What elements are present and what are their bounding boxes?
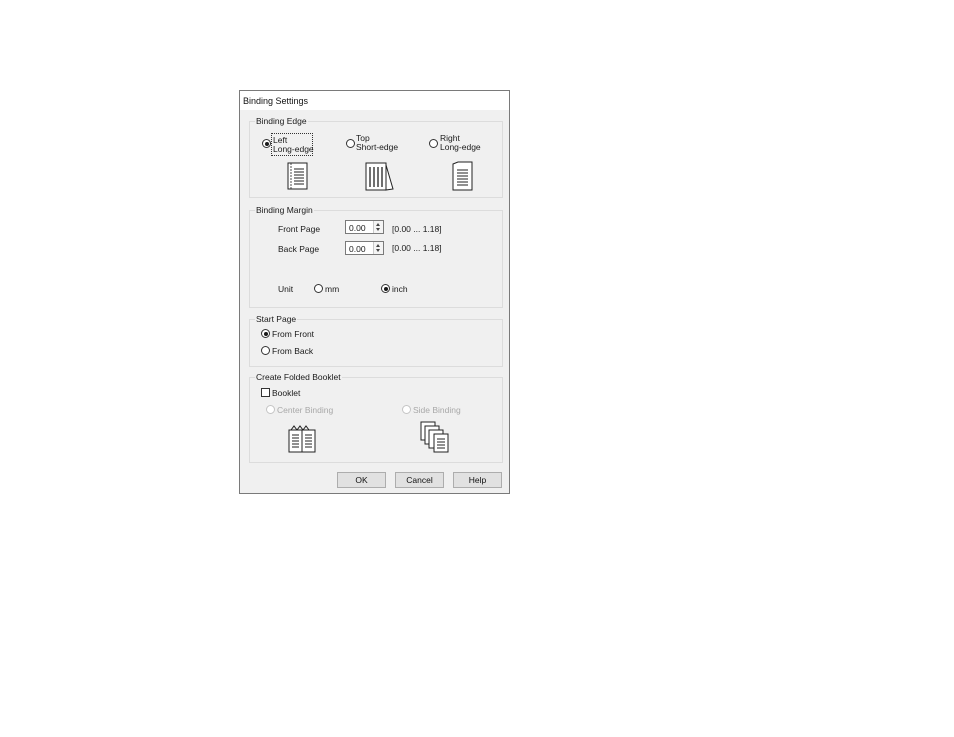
unit-mm-label: mm [325, 284, 340, 294]
folded-booklet-legend: Create Folded Booklet [255, 372, 342, 382]
spin-down-icon[interactable] [376, 228, 380, 231]
binding-edge-group: Binding Edge Left Long-edge Top Short-ed… [249, 116, 503, 198]
front-page-range: [0.00 ... 1.18] [392, 224, 442, 234]
binding-top-label-line2: Short-edge [356, 142, 399, 152]
binding-left-label-line2: Long-edge [273, 144, 314, 154]
spin-up-icon[interactable] [376, 223, 380, 226]
binding-settings-dialog: Binding Settings Binding Edge Left Long-… [239, 90, 510, 494]
from-front-label: From Front [272, 329, 315, 339]
right-binding-icon [452, 161, 473, 191]
binding-right-label-line2: Long-edge [440, 142, 481, 152]
unit-mm-radio[interactable] [314, 284, 323, 293]
unit-inch-label: inch [392, 284, 408, 294]
front-page-stepper[interactable]: 0.00 [345, 220, 384, 234]
cancel-button[interactable]: Cancel [395, 472, 444, 488]
dialog-title: Binding Settings [243, 96, 309, 106]
side-binding-booklet-icon [420, 421, 449, 453]
booklet-label: Booklet [272, 388, 301, 398]
back-page-range: [0.00 ... 1.18] [392, 243, 442, 253]
side-binding-radio[interactable] [402, 405, 411, 414]
unit-label: Unit [278, 284, 294, 294]
back-page-label: Back Page [278, 244, 320, 254]
from-back-label: From Back [272, 346, 314, 356]
front-page-value: 0.00 [349, 223, 366, 233]
spin-down-icon[interactable] [376, 249, 380, 252]
from-back-radio[interactable] [261, 346, 270, 355]
binding-margin-legend: Binding Margin [255, 205, 314, 215]
binding-margin-group: Binding Margin Front Page 0.00 [0.00 ...… [249, 205, 503, 308]
binding-edge-legend: Binding Edge [255, 116, 308, 126]
from-front-radio[interactable] [261, 329, 270, 338]
side-binding-label: Side Binding [413, 405, 461, 415]
front-page-label: Front Page [278, 224, 321, 234]
center-binding-label: Center Binding [277, 405, 334, 415]
center-binding-booklet-icon [288, 425, 316, 453]
left-binding-icon [287, 162, 308, 190]
back-page-stepper[interactable]: 0.00 [345, 241, 384, 255]
start-page-legend: Start Page [255, 314, 298, 324]
center-binding-radio[interactable] [266, 405, 275, 414]
top-binding-icon [365, 162, 394, 191]
start-page-group: Start Page From Front From Back [249, 314, 503, 367]
spin-up-icon[interactable] [376, 244, 380, 247]
ok-button[interactable]: OK [337, 472, 386, 488]
binding-right-radio[interactable] [429, 139, 438, 148]
unit-inch-radio[interactable] [381, 284, 390, 293]
binding-left-radio[interactable] [262, 139, 271, 148]
folded-booklet-group: Create Folded Booklet Booklet Center Bin… [249, 372, 503, 463]
booklet-checkbox[interactable] [261, 388, 270, 397]
front-page-spin-arrows[interactable] [373, 221, 383, 233]
back-page-spin-arrows[interactable] [373, 242, 383, 254]
help-button[interactable]: Help [453, 472, 502, 488]
back-page-value: 0.00 [349, 244, 366, 254]
binding-left-label-focus[interactable]: Left Long-edge [271, 133, 314, 156]
binding-top-radio[interactable] [346, 139, 355, 148]
title-bar: Binding Settings [240, 91, 509, 110]
